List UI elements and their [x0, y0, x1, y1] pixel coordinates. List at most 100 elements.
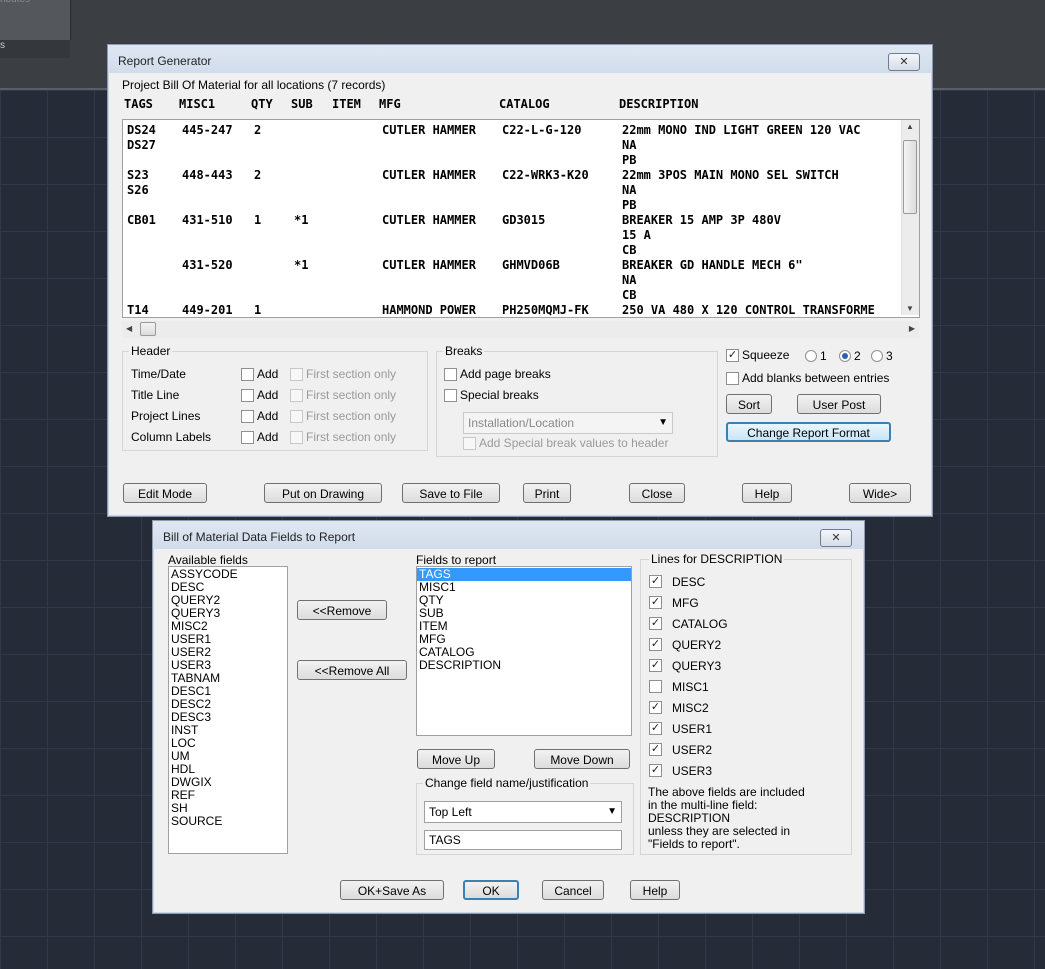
cancel-button[interactable]: Cancel — [542, 880, 604, 900]
first-section-checkbox[interactable] — [290, 368, 303, 381]
first-section-checkbox[interactable] — [290, 431, 303, 444]
fields-to-report-list[interactable]: TAGS MISC1 QTY SUB ITEM MFG CATALOG DESCRIPTION — [416, 566, 632, 736]
column-header[interactable]: MISC1 — [179, 97, 215, 111]
sort-button[interactable]: Sort — [726, 394, 772, 414]
field-name-input[interactable]: TAGS — [424, 830, 622, 850]
close-icon[interactable]: ✕ — [820, 529, 852, 547]
line-checkbox[interactable] — [649, 680, 662, 693]
hscroll-thumb[interactable] — [140, 322, 156, 336]
report-row[interactable]: CB01 431-510 1 *1 CUTLER HAMMER GD3015 BREAKER… — [123, 213, 903, 228]
line-checkbox[interactable]: ✓ — [649, 596, 662, 609]
scroll-right-icon[interactable]: ▶ — [909, 324, 915, 333]
print-button[interactable]: Print — [523, 483, 571, 503]
special-breaks-label: Special breaks — [460, 388, 539, 402]
line-label: USER3 — [672, 764, 713, 778]
line-checkbox[interactable]: ✓ — [649, 764, 662, 777]
report-cell-sub: *1 — [294, 213, 309, 227]
column-header[interactable]: MFG — [379, 97, 401, 111]
help-button[interactable]: Help — [630, 880, 680, 900]
user-post-button[interactable]: User Post — [797, 394, 881, 414]
edit-mode-button[interactable]: Edit Mode — [123, 483, 207, 503]
remove-all-button[interactable]: <<Remove All — [297, 660, 407, 680]
list-item[interactable]: MISC1 — [417, 581, 631, 594]
close-button[interactable]: Close — [629, 483, 685, 503]
report-hscrollbar[interactable]: ◀ ▶ — [122, 321, 919, 338]
report-row[interactable]: 431-520 *1 CUTLER HAMMER GHMVD06B BREAKER GD… — [123, 258, 903, 273]
help-button[interactable]: Help — [742, 483, 792, 503]
line-checkbox[interactable]: ✓ — [649, 659, 662, 672]
report-row[interactable]: PB — [123, 198, 903, 213]
scroll-thumb[interactable] — [903, 140, 917, 214]
report-row[interactable]: DS27 NA — [123, 138, 903, 153]
report-row[interactable]: PB — [123, 153, 903, 168]
report-row[interactable]: DS24 445-247 2 CUTLER HAMMER C22-L-G-120 22mm… — [123, 123, 903, 138]
header-row-label: Column Labels — [131, 430, 212, 444]
move-down-button[interactable]: Move Down — [534, 749, 630, 769]
column-header[interactable]: CATALOG — [499, 97, 550, 111]
line-checkbox[interactable]: ✓ — [649, 743, 662, 756]
report-row[interactable]: S26 NA — [123, 183, 903, 198]
special-breaks-checkbox[interactable] — [444, 389, 457, 402]
header-add-checkbox[interactable] — [241, 389, 254, 402]
radio-2[interactable] — [839, 350, 851, 362]
squeeze-checkbox[interactable]: ✓ — [726, 349, 739, 362]
list-item[interactable]: DESCRIPTION — [417, 659, 631, 672]
report-row[interactable]: 15 A — [123, 228, 903, 243]
line-checkbox[interactable]: ✓ — [649, 617, 662, 630]
move-up-button[interactable]: Move Up — [417, 749, 495, 769]
wide-button[interactable]: Wide> — [849, 483, 911, 503]
column-header[interactable]: ITEM — [332, 97, 361, 111]
first-section-checkbox[interactable] — [290, 389, 303, 402]
first-section-checkbox[interactable] — [290, 410, 303, 423]
line-checkbox[interactable]: ✓ — [649, 638, 662, 651]
radio-1[interactable] — [805, 350, 817, 362]
change-report-format-button[interactable]: Change Report Format — [726, 422, 891, 442]
line-checkbox[interactable]: ✓ — [649, 701, 662, 714]
ok-save-as-button[interactable]: OK+Save As — [340, 880, 444, 900]
column-header[interactable]: DESCRIPTION — [619, 97, 698, 111]
radio-3[interactable] — [871, 350, 883, 362]
list-item[interactable]: ITEM — [417, 620, 631, 633]
report-list[interactable]: DS24 445-247 2 CUTLER HAMMER C22-L-G-120 22mm… — [122, 119, 920, 318]
list-item[interactable]: SUB — [417, 607, 631, 620]
scroll-down-icon[interactable]: ▼ — [906, 304, 914, 313]
scroll-left-icon[interactable]: ◀ — [126, 324, 132, 333]
report-vscrollbar[interactable]: ▲ ▼ — [901, 120, 919, 315]
header-add-checkbox[interactable] — [241, 368, 254, 381]
list-item[interactable]: QTY — [417, 594, 631, 607]
page-breaks-checkbox[interactable] — [444, 368, 457, 381]
report-cell-misc1: 449-201 — [182, 303, 233, 317]
list-item[interactable]: SOURCE — [169, 815, 287, 828]
close-icon[interactable]: ✕ — [888, 53, 920, 71]
report-row[interactable]: CB — [123, 288, 903, 303]
header-add-checkbox[interactable] — [241, 431, 254, 444]
scroll-up-icon[interactable]: ▲ — [906, 122, 914, 131]
report-row[interactable]: S23 448-443 2 CUTLER HAMMER C22-WRK3-K20 22mm… — [123, 168, 903, 183]
available-fields-list[interactable]: ASSYCODE DESC QUERY2 QUERY3 MISC2 USER1 USER2 U… — [168, 566, 288, 854]
column-header[interactable]: TAGS — [124, 97, 153, 111]
add-special-checkbox[interactable] — [463, 437, 476, 450]
save-to-file-button[interactable]: Save to File — [402, 483, 500, 503]
put-on-drawing-button[interactable]: Put on Drawing — [264, 483, 382, 503]
line-label: MISC1 — [672, 680, 709, 694]
report-row[interactable]: NA — [123, 273, 903, 288]
remove-button[interactable]: <<Remove — [297, 600, 387, 620]
ribbon-panel-tab[interactable]: s — [0, 40, 70, 58]
column-header[interactable]: SUB — [291, 97, 313, 111]
dialog-title: Bill of Material Data Fields to Report — [163, 530, 356, 544]
ok-button[interactable]: OK — [463, 880, 519, 900]
line-label: DESC — [672, 575, 706, 589]
report-row[interactable]: CB — [123, 243, 903, 258]
add-blanks-checkbox[interactable] — [726, 372, 739, 385]
break-field-select[interactable]: Installation/Location ▼ — [463, 412, 673, 434]
column-header[interactable]: QTY — [251, 97, 273, 111]
report-cell-sub: *1 — [294, 258, 309, 272]
report-cell-mfg: CUTLER HAMMER — [382, 168, 476, 182]
justification-select[interactable]: Top Left ▼ — [424, 801, 622, 823]
report-cell-misc1: 445-247 — [182, 123, 233, 137]
line-checkbox[interactable]: ✓ — [649, 575, 662, 588]
report-row[interactable]: T14 449-201 1 HAMMOND POWER PH250MQMJ-FK 250 … — [123, 303, 903, 317]
report-cell-desc: NA — [622, 138, 637, 152]
line-checkbox[interactable]: ✓ — [649, 722, 662, 735]
header-add-checkbox[interactable] — [241, 410, 254, 423]
